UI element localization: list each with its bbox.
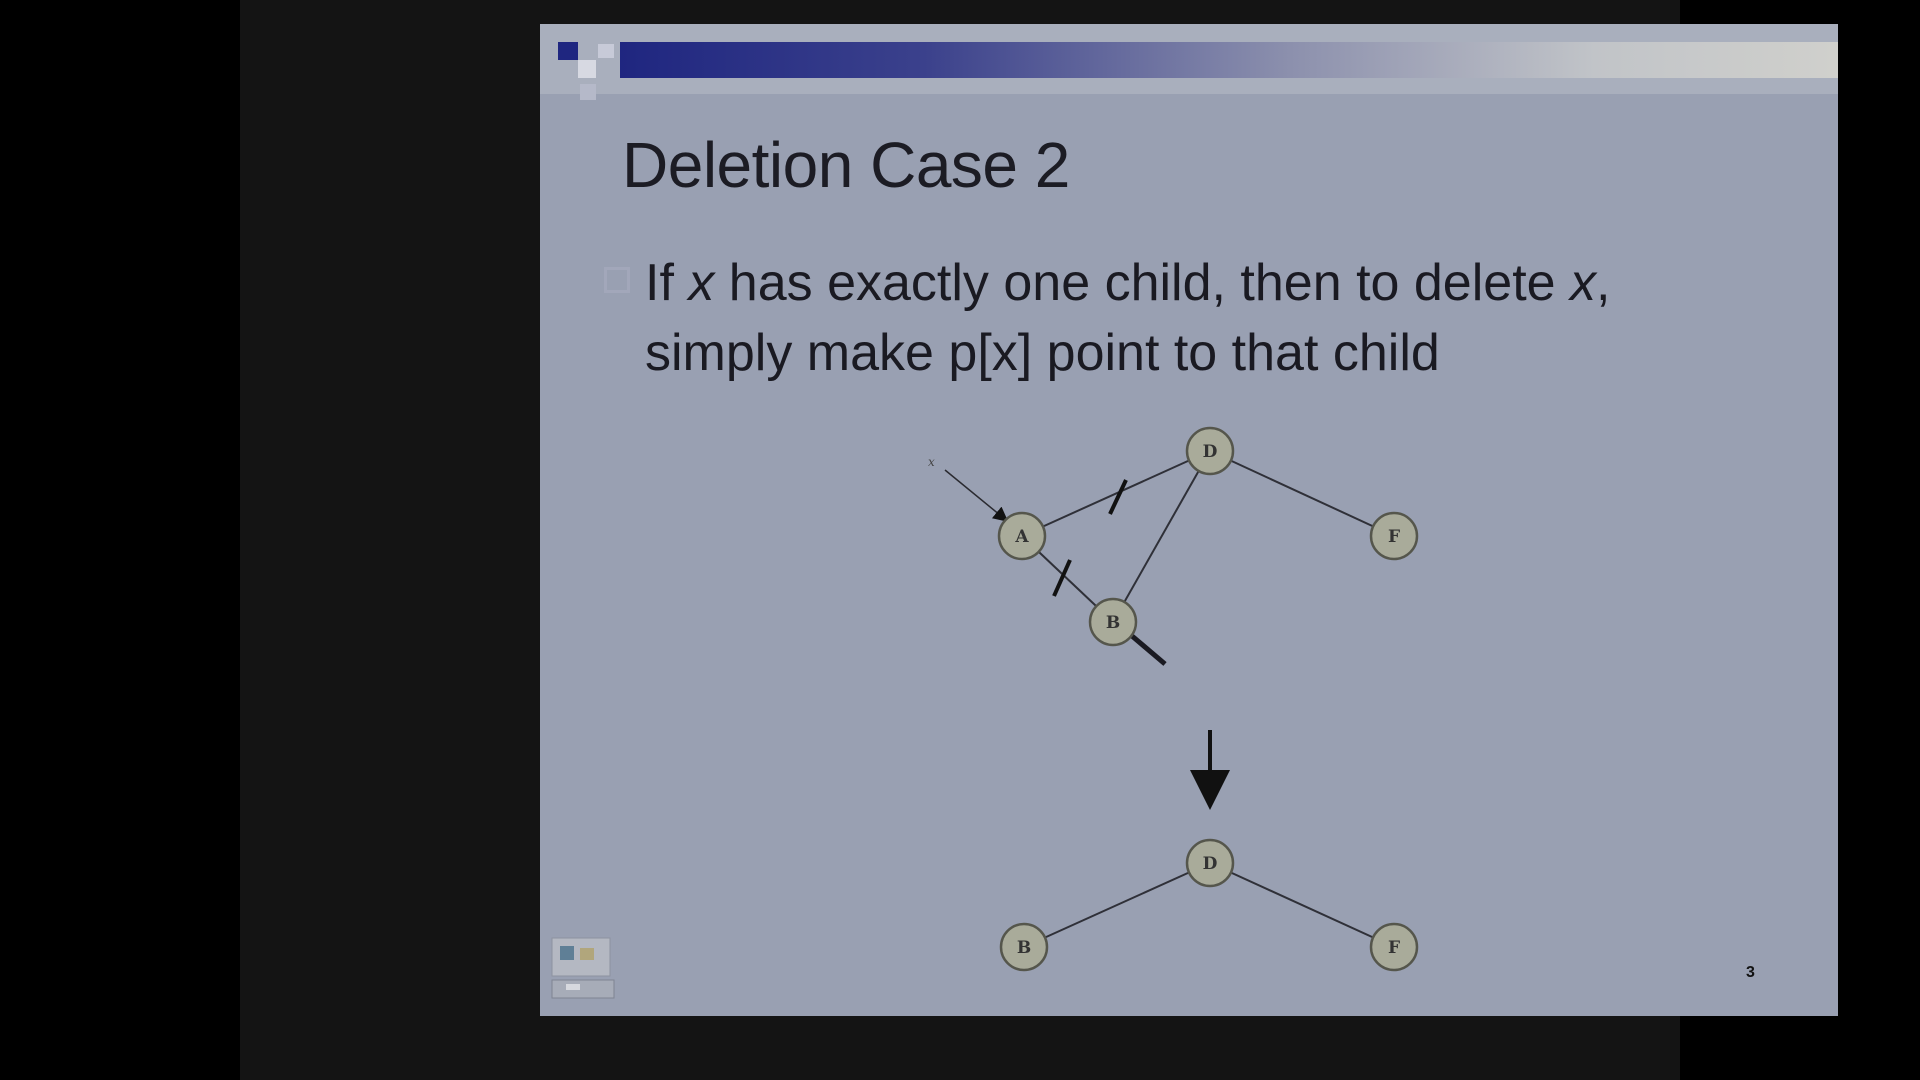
logo-icon bbox=[551, 937, 615, 999]
node-label-f: F bbox=[1388, 527, 1400, 547]
slide: Deletion Case 2 If x has exactly one chi… bbox=[540, 24, 1838, 1016]
page-number: 3 bbox=[1746, 964, 1755, 981]
node-label-b: B bbox=[1106, 613, 1120, 633]
pointer-x-label: x bbox=[928, 455, 935, 469]
edge-a-d bbox=[1021, 450, 1211, 537]
tree-node-f: F bbox=[1369, 511, 1419, 561]
tree-node-b: B bbox=[1088, 597, 1138, 647]
cut-mark-a-d bbox=[1108, 479, 1128, 515]
edge-after-d-f bbox=[1209, 862, 1395, 948]
node-label-d: D bbox=[1203, 442, 1218, 462]
tree-node-d: D bbox=[1185, 426, 1235, 476]
video-frame: Deletion Case 2 If x has exactly one chi… bbox=[240, 0, 1838, 1080]
node-label-after-f: F bbox=[1388, 938, 1400, 958]
node-label-a: A bbox=[1014, 527, 1029, 547]
tree-node-a: A bbox=[997, 511, 1047, 561]
node-label-after-d: D bbox=[1203, 854, 1218, 874]
tree-node-after-d: D bbox=[1185, 838, 1235, 888]
node-label-after-b: B bbox=[1017, 938, 1031, 958]
pointer-x-arrow bbox=[944, 469, 1009, 522]
tree-node-after-f: F bbox=[1369, 922, 1419, 972]
subtree-pointer bbox=[1130, 634, 1167, 666]
edge-d-b bbox=[1112, 450, 1211, 623]
tree-diagram: x D A B F D B F bbox=[928, 426, 1419, 972]
tree-node-after-b: B bbox=[999, 922, 1049, 972]
edge-after-d-b bbox=[1023, 862, 1211, 948]
edge-d-f bbox=[1209, 450, 1395, 537]
